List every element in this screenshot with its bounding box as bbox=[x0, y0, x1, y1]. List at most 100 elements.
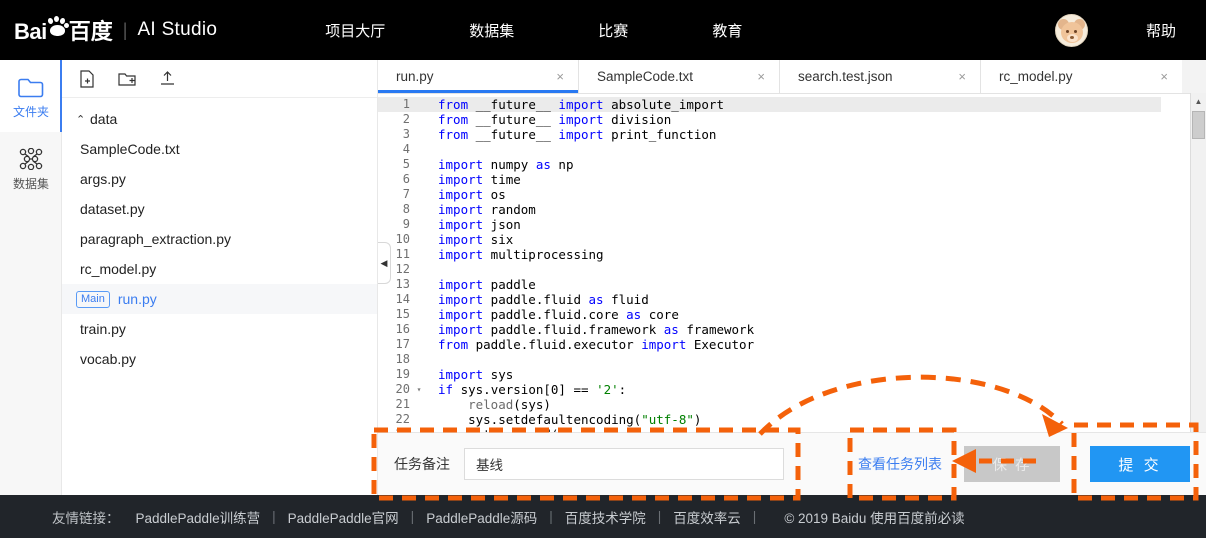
nav-item-projects[interactable]: 项目大厅 bbox=[315, 20, 395, 41]
footer-link-official-site[interactable]: PaddlePaddle官网 bbox=[288, 507, 399, 527]
footer-separator: | bbox=[657, 509, 662, 524]
panel-collapse-handle[interactable]: ◀ bbox=[378, 242, 391, 284]
line-number: 5 bbox=[402, 157, 410, 171]
code-text: from paddle.fluid.executor import Execut… bbox=[438, 337, 755, 352]
close-icon[interactable]: × bbox=[1160, 69, 1168, 84]
code-text: import json bbox=[438, 217, 521, 232]
code-text: import paddle bbox=[438, 277, 536, 292]
line-number: 19 bbox=[395, 367, 410, 381]
nav-item-education[interactable]: 教育 bbox=[702, 20, 752, 41]
code-line[interactable]: 22 sys.setdefaultencoding("utf-8") bbox=[378, 412, 1161, 427]
tab-rc-model-py[interactable]: rc_model.py × bbox=[981, 60, 1182, 93]
tree-item-dataset[interactable]: dataset.py bbox=[62, 194, 377, 224]
footer-link-efficiency-cloud[interactable]: 百度效率云 bbox=[673, 507, 741, 527]
code-line[interactable]: 20 ▾ if sys.version[0] == '2': bbox=[378, 382, 1161, 397]
scroll-up-icon[interactable]: ▲ bbox=[1191, 93, 1206, 109]
fold-toggle-icon[interactable]: ▾ bbox=[414, 382, 424, 397]
task-note-label: 任务备注 bbox=[394, 456, 450, 472]
code-line[interactable]: 1 from __future__ import absolute_import bbox=[378, 97, 1161, 112]
code-line[interactable]: 14 import paddle.fluid as fluid bbox=[378, 292, 1161, 307]
code-line[interactable]: 9 import json bbox=[378, 217, 1161, 232]
user-avatar[interactable] bbox=[1054, 13, 1088, 47]
header-right: 帮助 bbox=[1054, 13, 1176, 47]
code-line[interactable]: 18 bbox=[378, 352, 1161, 367]
tree-item-rc-model[interactable]: rc_model.py bbox=[62, 254, 377, 284]
tree-item-label: data bbox=[90, 111, 118, 127]
save-button[interactable]: 保 存 bbox=[964, 446, 1060, 482]
code-text: import os bbox=[438, 187, 506, 202]
tab-search-test-json[interactable]: search.test.json × bbox=[780, 60, 981, 93]
tree-item-label: train.py bbox=[80, 321, 126, 337]
code-line[interactable]: 10 import six bbox=[378, 232, 1161, 247]
dataset-grid-icon bbox=[19, 146, 43, 172]
new-folder-icon[interactable] bbox=[118, 70, 136, 88]
code-line[interactable]: 5 import numpy as np bbox=[378, 157, 1161, 172]
tree-item-train[interactable]: train.py bbox=[62, 314, 377, 344]
nav-item-competitions[interactable]: 比赛 bbox=[588, 20, 638, 41]
nav-item-datasets[interactable]: 数据集 bbox=[459, 20, 524, 41]
task-note-input[interactable] bbox=[464, 448, 784, 480]
chevron-up-icon[interactable]: ⌃ bbox=[76, 113, 90, 126]
code-text: import sys bbox=[438, 367, 514, 382]
code-line[interactable]: 3 from __future__ import print_function bbox=[378, 127, 1161, 142]
code-line[interactable]: 15 import paddle.fluid.core as core bbox=[378, 307, 1161, 322]
code-line[interactable]: 8 import random bbox=[378, 202, 1161, 217]
close-icon[interactable]: × bbox=[757, 69, 765, 84]
rail-item-folder[interactable]: 文件夹 bbox=[0, 60, 62, 132]
new-file-icon[interactable] bbox=[78, 69, 96, 88]
code-lines[interactable]: 1 from __future__ import absolute_import 2… bbox=[378, 94, 1161, 456]
view-task-list-link[interactable]: 查看任务列表 bbox=[858, 454, 942, 474]
close-icon[interactable]: × bbox=[556, 69, 564, 84]
main-badge: Main bbox=[76, 290, 110, 308]
tree-item-label: run.py bbox=[117, 291, 157, 307]
footer-link-source-code[interactable]: PaddlePaddle源码 bbox=[426, 507, 537, 527]
code-line[interactable]: 11 import multiprocessing bbox=[378, 247, 1161, 262]
code-text: from __future__ import absolute_import bbox=[438, 97, 724, 112]
line-number: 21 bbox=[395, 397, 410, 411]
tab-run-py[interactable]: run.py × bbox=[378, 60, 579, 93]
line-number: 2 bbox=[402, 112, 410, 126]
code-line[interactable]: 13 import paddle bbox=[378, 277, 1161, 292]
tab-label: rc_model.py bbox=[999, 69, 1073, 84]
code-line[interactable]: 17 from paddle.fluid.executor import Exec… bbox=[378, 337, 1161, 352]
submit-button[interactable]: 提 交 bbox=[1090, 446, 1190, 482]
code-line[interactable]: 21 reload(sys) bbox=[378, 397, 1161, 412]
tree-item-label: vocab.py bbox=[80, 351, 137, 367]
tree-item-data[interactable]: ⌃ data bbox=[62, 104, 377, 134]
vertical-scroll-thumb[interactable] bbox=[1192, 111, 1205, 139]
footer-copyright: © 2019 Baidu 使用百度前必读 bbox=[784, 510, 965, 526]
footer-link-training-camp[interactable]: PaddlePaddle训练营 bbox=[136, 507, 261, 527]
help-link[interactable]: 帮助 bbox=[1146, 20, 1176, 41]
tree-item-samplecode[interactable]: SampleCode.txt bbox=[62, 134, 377, 164]
tree-item-args[interactable]: args.py bbox=[62, 164, 377, 194]
code-line[interactable]: 19 import sys bbox=[378, 367, 1161, 382]
footer-separator: | bbox=[752, 509, 757, 524]
code-text: import paddle.fluid.core as core bbox=[438, 307, 679, 322]
page-footer: 友情链接： PaddlePaddle训练营 | PaddlePaddle官网 |… bbox=[0, 495, 1206, 538]
rail-item-dataset-label: 数据集 bbox=[12, 177, 49, 191]
code-line[interactable]: 12 bbox=[378, 262, 1161, 277]
line-number: 7 bbox=[402, 187, 410, 201]
rail-item-dataset[interactable]: 数据集 bbox=[0, 132, 62, 204]
tree-item-paragraph-extraction[interactable]: paragraph_extraction.py bbox=[62, 224, 377, 254]
upload-icon[interactable] bbox=[158, 70, 176, 88]
code-text: from __future__ import division bbox=[438, 112, 672, 127]
code-line[interactable]: 6 import time bbox=[378, 172, 1161, 187]
tab-label: search.test.json bbox=[798, 69, 893, 84]
tree-item-vocab[interactable]: vocab.py bbox=[62, 344, 377, 374]
code-line[interactable]: 7 import os bbox=[378, 187, 1161, 202]
footer-link-baidu-academy[interactable]: 百度技术学院 bbox=[565, 507, 646, 527]
code-text: reload(sys) bbox=[468, 397, 551, 412]
close-icon[interactable]: × bbox=[958, 69, 966, 84]
tab-samplecode-txt[interactable]: SampleCode.txt × bbox=[579, 60, 780, 93]
baidu-logo[interactable]: Bai 百度 | AI Studio bbox=[14, 14, 217, 46]
code-line[interactable]: 16 import paddle.fluid.framework as frame… bbox=[378, 322, 1161, 337]
tree-item-run[interactable]: Main run.py bbox=[62, 284, 377, 314]
line-number: 17 bbox=[395, 337, 410, 351]
code-editor: run.py × SampleCode.txt × search.test.js… bbox=[378, 60, 1206, 495]
code-line[interactable]: 2 from __future__ import division bbox=[378, 112, 1161, 127]
logo-baidu-cn: 百度 bbox=[68, 19, 113, 44]
code-line[interactable]: 4 bbox=[378, 142, 1161, 157]
line-number: 9 bbox=[402, 217, 410, 231]
product-name: AI Studio bbox=[137, 19, 218, 40]
